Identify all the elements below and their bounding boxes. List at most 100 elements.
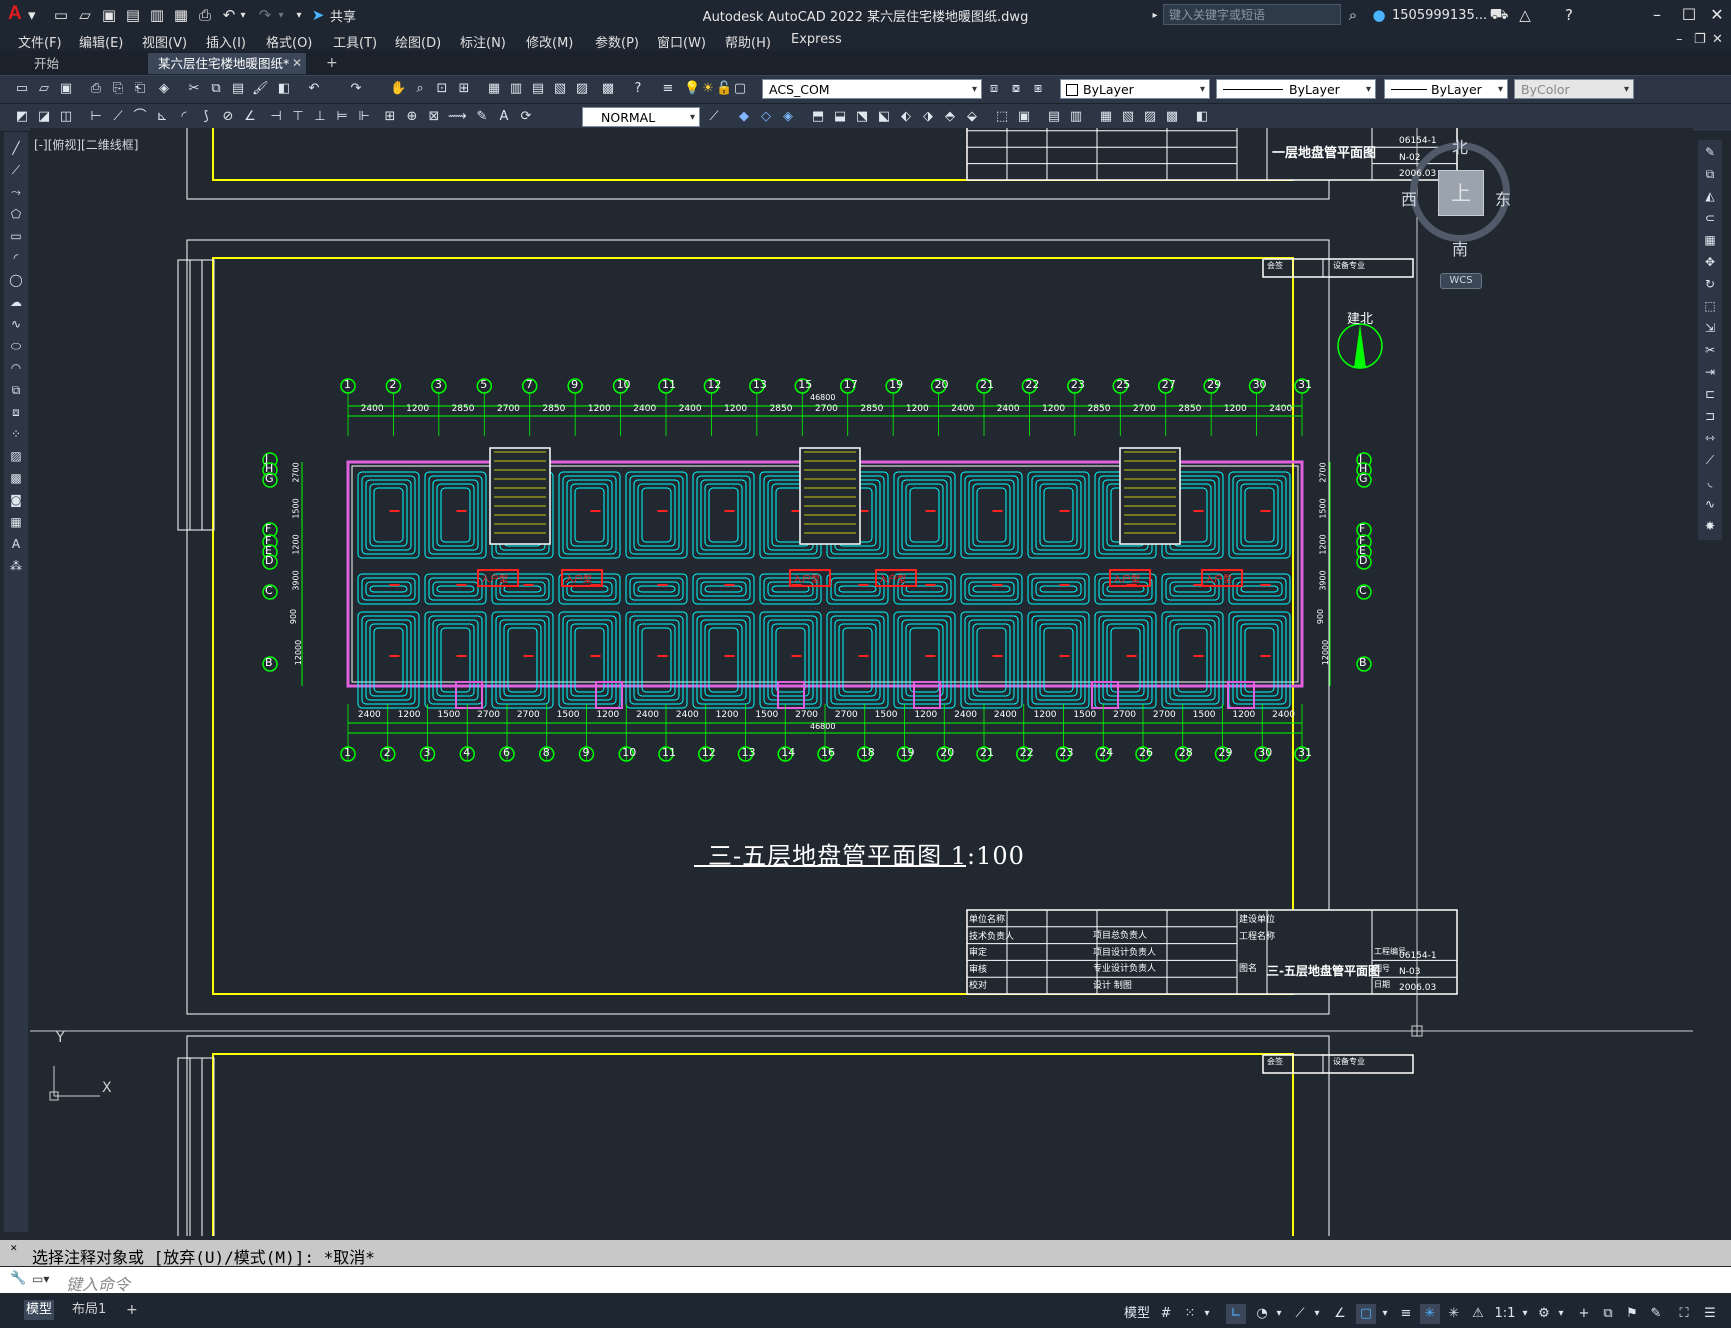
isodraft-dropdown-icon[interactable]: ▾ — [1310, 1304, 1324, 1324]
break-point-icon[interactable]: ⊏ — [1702, 386, 1718, 402]
mtext-icon[interactable]: A — [8, 536, 24, 552]
plot-icon[interactable]: ⎙ — [88, 81, 104, 97]
extend-icon[interactable]: ⇥ — [1702, 364, 1718, 380]
separate-icon[interactable]: ⬙ — [964, 109, 980, 125]
3d-print-icon[interactable]: ◈ — [156, 81, 172, 97]
viewport-icon[interactable]: ▦ — [1098, 109, 1114, 125]
menu-dimension[interactable]: 标注(N) — [460, 32, 506, 51]
ellipse-arc-icon[interactable]: ◠ — [8, 360, 24, 376]
extrude-icon[interactable]: ⬒ — [810, 109, 826, 125]
continue-dim-icon[interactable]: ⊥ — [312, 109, 328, 125]
make-block-icon[interactable]: ⧈ — [8, 404, 24, 420]
maximize-icon[interactable]: ☐ — [1676, 3, 1702, 27]
ucs-prev-icon[interactable]: ▩ — [1164, 109, 1180, 125]
region-icon[interactable]: ◙ — [8, 492, 24, 508]
baseline-dim-icon[interactable]: ⊤ — [290, 109, 306, 125]
compass-south[interactable]: 南 — [1452, 236, 1468, 260]
pan-icon[interactable]: ✋ — [390, 81, 406, 97]
interfere-icon[interactable]: ⬖ — [898, 109, 914, 125]
circle-icon[interactable]: ◯ — [8, 272, 24, 288]
rendering-icon[interactable]: ◧ — [1194, 109, 1210, 125]
grid-icon[interactable]: # — [1156, 1304, 1176, 1324]
erase-icon[interactable]: ✎ — [1702, 144, 1718, 160]
command-customize-icon[interactable]: 🔧 — [10, 1271, 26, 1286]
stretch-icon[interactable]: ⇲ — [1702, 320, 1718, 336]
tab-layout1[interactable]: 布局1 — [72, 1300, 106, 1320]
ellipse-icon[interactable]: ⬭ — [8, 338, 24, 354]
menu-modify[interactable]: 修改(M) — [526, 32, 573, 51]
menu-help[interactable]: 帮助(H) — [725, 32, 771, 51]
help-icon[interactable]: ? — [1560, 5, 1578, 25]
new-tab-button[interactable]: + — [326, 55, 338, 71]
break-icon[interactable]: ⊐ — [1702, 408, 1718, 424]
dim-tool-3-icon[interactable]: ◫ — [58, 109, 74, 125]
calculator-icon[interactable]: ▩ — [600, 81, 616, 97]
rectangle-icon[interactable]: ▭ — [8, 228, 24, 244]
ucs-icon[interactable]: ▧ — [1120, 109, 1136, 125]
center-mark-icon[interactable]: ⊕ — [404, 109, 420, 125]
spline-icon[interactable]: ∿ — [8, 316, 24, 332]
preview-icon[interactable]: ⎘ — [110, 81, 126, 97]
redo-dropdown-icon[interactable]: ▾ — [276, 5, 286, 25]
save-icon[interactable]: ▣ — [100, 5, 118, 25]
new-file-icon[interactable]: ▭ — [52, 5, 70, 25]
markup-icon[interactable]: ▨ — [574, 81, 590, 97]
check-icon[interactable]: ▣ — [1016, 109, 1032, 125]
dim-space-icon[interactable]: ⊨ — [334, 109, 350, 125]
isodraft-icon[interactable]: ⟋ — [1290, 1304, 1310, 1324]
doc-close-icon[interactable]: ✕ — [1712, 32, 1723, 47]
layer-lock-icon[interactable]: 🔓 — [716, 81, 732, 97]
cart-icon[interactable]: ⛟ — [1490, 5, 1509, 25]
tolerance-icon[interactable]: ⊞ — [382, 109, 398, 125]
clean-icon[interactable]: ⬚ — [994, 109, 1010, 125]
menu-insert[interactable]: 插入(I) — [206, 32, 246, 51]
aligned-dim-icon[interactable]: ⟋ — [110, 109, 126, 125]
minimize-icon[interactable]: – — [1644, 3, 1670, 27]
angular-dim-icon[interactable]: ∠ — [242, 109, 258, 125]
web-save-icon[interactable]: ▦ — [172, 5, 190, 25]
tool-palettes-icon[interactable]: ▤ — [530, 81, 546, 97]
compass-east[interactable]: 东 — [1495, 186, 1511, 210]
cut-icon[interactable]: ✂ — [186, 81, 202, 97]
array-icon[interactable]: ▦ — [1702, 232, 1718, 248]
dimstyle-dropdown[interactable]: NORMAL ▾ — [582, 107, 700, 127]
ordinate-dim-icon[interactable]: ⊾ — [154, 109, 170, 125]
command-close-icon[interactable]: ✕ — [10, 1244, 18, 1254]
fullscreen-icon[interactable]: ⛶ — [1674, 1304, 1694, 1324]
explode-icon[interactable]: ✸ — [1702, 518, 1718, 534]
polyline-icon[interactable]: ⤳ — [8, 184, 24, 200]
table-icon[interactable]: ▦ — [8, 514, 24, 530]
layer-dropdown[interactable]: ACS_COM ▾ — [762, 79, 982, 99]
rotate-icon[interactable]: ↻ — [1702, 276, 1718, 292]
close-icon[interactable]: ✕ — [1704, 3, 1730, 27]
workspace-icon[interactable]: ⚙ — [1534, 1304, 1554, 1324]
blend-icon[interactable]: ∿ — [1702, 496, 1718, 512]
save-icon[interactable]: ▣ — [58, 81, 74, 97]
make-current-icon[interactable]: ⧈ — [986, 81, 1002, 97]
search-expand-icon[interactable]: ▸ — [1150, 5, 1160, 25]
polar-dropdown-icon[interactable]: ▾ — [1272, 1304, 1286, 1324]
search-input[interactable]: 键入关键字或短语 — [1163, 4, 1341, 25]
app-menu-arrow-icon[interactable]: ▾ — [28, 5, 36, 25]
sheet-set-icon[interactable]: ▧ — [552, 81, 568, 97]
ortho-icon[interactable]: ∟ — [1226, 1304, 1246, 1324]
chamfer-icon[interactable]: ⟋ — [1702, 452, 1718, 468]
isolate-icon[interactable]: ✎ — [1646, 1304, 1666, 1324]
menu-edit[interactable]: 编辑(E) — [79, 32, 123, 51]
annotation-visibility-icon[interactable]: ✳ — [1420, 1304, 1440, 1324]
intersect-icon[interactable]: ◈ — [780, 109, 796, 125]
menu-view[interactable]: 视图(V) — [142, 32, 187, 51]
radius-dim-icon[interactable]: ◜ — [176, 109, 192, 125]
view-top-icon[interactable]: ▤ — [1046, 109, 1062, 125]
help-icon[interactable]: ? — [630, 81, 646, 97]
share-button[interactable]: 共享 — [330, 5, 356, 25]
viewcube-top-face[interactable]: 上 — [1438, 170, 1484, 216]
hatch-icon[interactable]: ▨ — [8, 448, 24, 464]
subtract-icon[interactable]: ◇ — [758, 109, 774, 125]
revolve-icon[interactable]: ⬓ — [832, 109, 848, 125]
user-icon[interactable]: ● — [1370, 5, 1388, 25]
autodesk-app-icon[interactable]: △ — [1516, 5, 1534, 25]
jogged-linear-icon[interactable]: ⟿ — [448, 109, 467, 125]
undo-dropdown-icon[interactable]: ▾ — [238, 5, 248, 25]
color-dropdown[interactable]: ByLayer ▾ — [1060, 79, 1210, 99]
